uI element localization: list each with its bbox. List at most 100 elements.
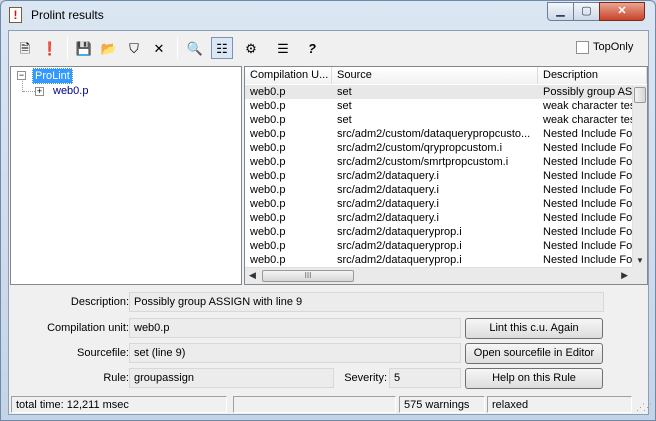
status-mode: relaxed — [487, 396, 632, 413]
prolint-app-icon: ! — [9, 7, 22, 23]
filter-icon[interactable]: ⛉ — [123, 37, 145, 59]
cell-compilation-unit: web0.p — [250, 100, 286, 112]
close-button[interactable]: ✕ — [599, 2, 645, 21]
table-row[interactable]: web0.p src/adm2/dataqueryprop.i Nested Inc… — [245, 225, 632, 239]
results-list[interactable]: Compilation U... Source Description web0… — [244, 66, 648, 285]
table-row[interactable]: web0.p src/adm2/custom/dataquerypropcusto… — [245, 127, 632, 141]
table-row[interactable]: web0.p src/adm2/dataquery.i Nested Include… — [245, 183, 632, 197]
cell-description: Nested Include Fo — [543, 170, 632, 182]
column-compilation-unit[interactable]: Compilation U... — [245, 67, 332, 84]
cell-source: set — [337, 100, 352, 112]
cell-description: Nested Include Fo — [543, 254, 632, 266]
table-row[interactable]: web0.p src/adm2/dataquery.i Nested Include… — [245, 211, 632, 225]
sourcefile-label: Sourcefile: — [77, 347, 129, 359]
save-icon[interactable]: 💾 — [73, 37, 95, 59]
find-icon[interactable]: 🔍 — [184, 37, 206, 59]
cell-compilation-unit: web0.p — [250, 142, 286, 154]
cell-description: weak character tes — [543, 100, 632, 112]
cell-compilation-unit: web0.p — [250, 212, 286, 224]
cell-compilation-unit: web0.p — [250, 184, 286, 196]
toponly-label[interactable]: TopOnly — [593, 41, 633, 53]
cell-compilation-unit: web0.p — [250, 128, 286, 140]
minimize-button[interactable]: ▁ — [547, 2, 574, 21]
lint-run-icon[interactable]: 🗎 — [14, 37, 36, 59]
column-description[interactable]: Description — [538, 67, 647, 84]
table-row[interactable]: web0.p set weak character tes — [245, 99, 632, 113]
sourcefile-field: set (line 9) — [129, 343, 461, 363]
prolint-results-window: ! Prolint results ▁ ▢ ✕ 🗎 ❗ 💾 📂 ⛉ ✕ 🔍 ☷ … — [0, 0, 656, 421]
scroll-thumb[interactable] — [634, 87, 646, 103]
toponly-checkbox[interactable] — [576, 41, 589, 54]
status-total-time: total time: 12,211 msec — [11, 396, 227, 413]
cell-source: src/adm2/dataquery.i — [337, 170, 439, 182]
title-bar[interactable]: ! Prolint results ▁ ▢ ✕ — [1, 1, 655, 30]
toolbar: 🗎 ❗ 💾 📂 ⛉ ✕ 🔍 ☷ ⚙ ☰ ? TopOnly — [9, 31, 648, 64]
cell-compilation-unit: web0.p — [250, 198, 286, 210]
help-rule-button[interactable]: Help on this Rule — [465, 368, 603, 389]
vertical-scrollbar[interactable]: ▼ — [632, 85, 647, 267]
scroll-right-arrow-icon[interactable]: ▶ — [621, 270, 628, 281]
client-area: 🗎 ❗ 💾 📂 ⛉ ✕ 🔍 ☷ ⚙ ☰ ? TopOnly − ProLint … — [8, 30, 652, 415]
cell-source: src/adm2/dataqueryprop.i — [337, 254, 462, 266]
status-empty-cell — [233, 396, 396, 413]
scroll-down-arrow-icon[interactable]: ▼ — [636, 256, 644, 265]
open-source-button[interactable]: Open sourcefile in Editor — [465, 343, 603, 364]
description-field: Possibly group ASSIGN with line 9 — [129, 292, 604, 312]
tree-node-web0[interactable]: web0.p — [51, 84, 90, 98]
scroll-left-arrow-icon[interactable]: ◀ — [249, 270, 256, 281]
table-row[interactable]: web0.p src/adm2/custom/smrtpropcustom.i Ne… — [245, 155, 632, 169]
tree-view-icon[interactable]: ☷ — [211, 37, 233, 59]
cell-compilation-unit: web0.p — [250, 240, 286, 252]
table-row[interactable]: web0.p set weak character tes — [245, 113, 632, 127]
toolbar-separator — [67, 37, 68, 59]
table-row[interactable]: web0.p src/adm2/dataquery.i Nested Include… — [245, 197, 632, 211]
delete-icon[interactable]: ✕ — [148, 37, 170, 59]
cell-description: Nested Include Fo — [543, 212, 632, 224]
scroll-corner — [632, 267, 647, 284]
tree-connector — [23, 91, 35, 92]
compilation-unit-label: Compilation unit: — [47, 322, 129, 334]
list-report-icon[interactable]: ☰ — [272, 37, 294, 59]
maximize-button[interactable]: ▢ — [573, 2, 600, 21]
tree-expand-icon[interactable]: + — [35, 87, 44, 96]
rule-label: Rule: — [103, 372, 129, 384]
list-body: web0.p set Possibly group ASS web0.p set weak… — [245, 85, 632, 267]
cell-description: Nested Include Fo — [543, 156, 632, 168]
cell-source: src/adm2/dataquery.i — [337, 212, 439, 224]
cell-source: src/adm2/custom/dataquerypropcusto... — [337, 128, 531, 140]
tree-collapse-icon[interactable]: − — [17, 71, 26, 80]
scroll-thumb[interactable]: III — [262, 270, 354, 282]
table-row[interactable]: web0.p src/adm2/dataquery.i Nested Include… — [245, 169, 632, 183]
cell-compilation-unit: web0.p — [250, 254, 286, 266]
cell-description: weak character tes — [543, 114, 632, 126]
open-folder-icon[interactable]: 📂 — [98, 37, 120, 59]
cell-source: set — [337, 114, 352, 126]
table-row[interactable]: web0.p src/adm2/dataqueryprop.i Nested Inc… — [245, 253, 632, 267]
cell-description: Nested Include Fo — [543, 184, 632, 196]
cell-compilation-unit: web0.p — [250, 156, 286, 168]
cell-compilation-unit: web0.p — [250, 170, 286, 182]
resize-grip-icon[interactable]: ⋰⋰ — [636, 402, 652, 413]
warning-doc-icon[interactable]: ❗ — [39, 37, 61, 59]
cell-source: src/adm2/dataquery.i — [337, 198, 439, 210]
cell-description: Nested Include Fo — [543, 198, 632, 210]
table-row[interactable]: web0.p set Possibly group ASS — [245, 85, 632, 99]
table-row[interactable]: web0.p src/adm2/dataqueryprop.i Nested Inc… — [245, 239, 632, 253]
column-source[interactable]: Source — [332, 67, 538, 84]
help-icon[interactable]: ? — [301, 37, 323, 59]
status-warnings-count: 575 warnings — [399, 396, 485, 413]
tree-node-prolint[interactable]: ProLint — [32, 68, 73, 84]
compilation-unit-tree[interactable]: − ProLint + web0.p — [10, 66, 242, 285]
cell-source: src/adm2/dataquery.i — [337, 184, 439, 196]
cell-source: src/adm2/dataqueryprop.i — [337, 240, 462, 252]
cell-source: src/adm2/custom/smrtpropcustom.i — [337, 156, 509, 168]
horizontal-scrollbar[interactable]: ◀ III ▶ — [245, 267, 632, 284]
compilation-unit-field: web0.p — [129, 318, 461, 338]
table-row[interactable]: web0.p src/adm2/custom/qrypropcustom.i Nes… — [245, 141, 632, 155]
toolbar-separator — [177, 37, 178, 59]
status-bar: total time: 12,211 msec 575 warnings rel… — [9, 394, 652, 414]
window-title: Prolint results — [31, 8, 104, 22]
rules-icon[interactable]: ⚙ — [240, 37, 262, 59]
severity-field: 5 — [389, 368, 461, 388]
lint-again-button[interactable]: Lint this c.u. Again — [465, 318, 603, 339]
